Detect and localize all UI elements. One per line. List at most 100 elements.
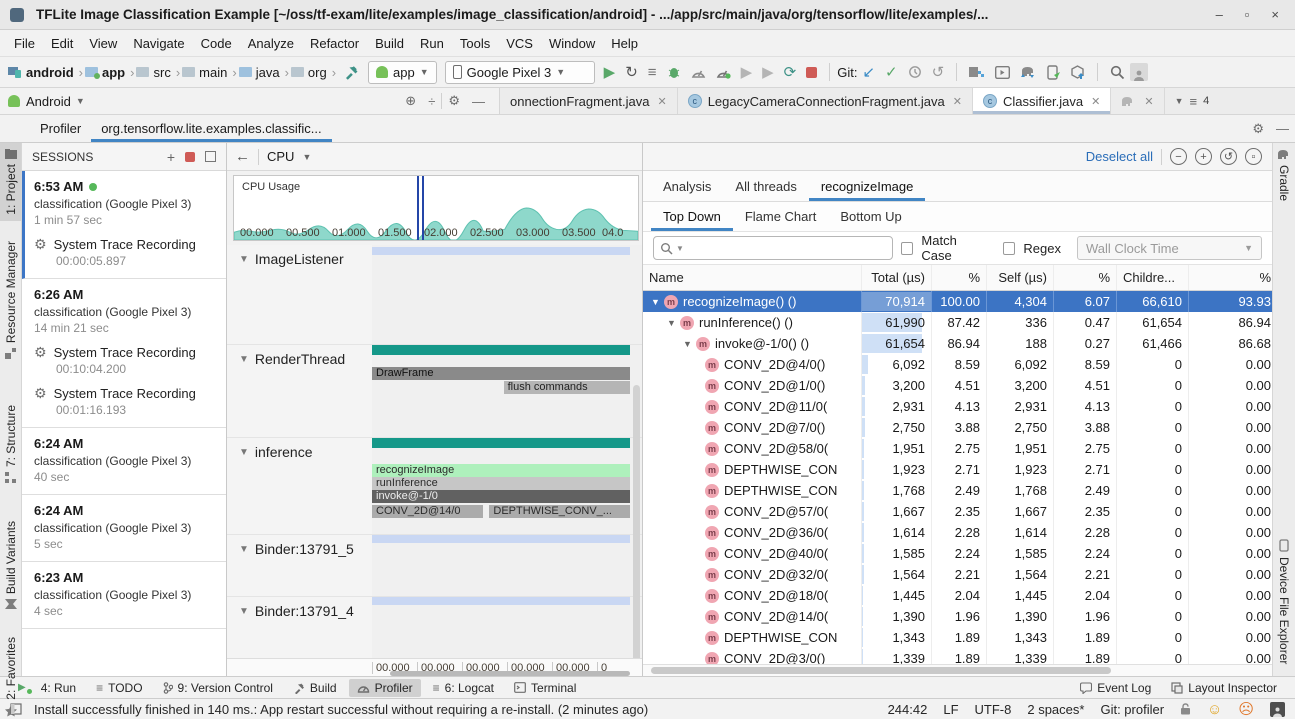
profiler-settings-icon[interactable]: ⚙ <box>1252 121 1264 137</box>
minimize-button[interactable]: – <box>1216 7 1223 22</box>
thread-row-binder5[interactable]: ▼Binder:13791_5 <box>227 535 642 597</box>
gradle-file-tab[interactable]: ✕ <box>1111 88 1164 114</box>
regex-checkbox[interactable] <box>1003 242 1015 255</box>
status-message[interactable]: Install successfully finished in 140 ms.… <box>34 702 648 717</box>
breadcrumb-java[interactable]: java <box>239 65 280 80</box>
trace-event-bar[interactable]: flush commands <box>504 381 630 394</box>
profiler-session-tab[interactable]: org.tensorflow.lite.examples.classific..… <box>91 115 331 142</box>
clock-mode-select[interactable]: Wall Clock Time▼ <box>1077 236 1262 260</box>
selection-line[interactable] <box>422 176 424 240</box>
collapse-thread-icon[interactable]: ▼ <box>239 606 249 617</box>
toolwin-run[interactable]: ▶4: Run <box>10 679 84 697</box>
back-arrow-icon[interactable]: ← <box>235 148 250 165</box>
thread-state-bar[interactable] <box>372 597 630 605</box>
line-ending[interactable]: LF <box>943 702 958 717</box>
git-branch[interactable]: Git: profiler <box>1100 702 1164 717</box>
expand-arrow-icon[interactable]: ▼ <box>683 339 696 349</box>
menu-refactor[interactable]: Refactor <box>302 33 367 54</box>
recording-item[interactable]: ⚙System Trace Recording <box>34 236 216 253</box>
profiler-home-tab[interactable]: Profiler <box>30 115 91 142</box>
collapse-thread-icon[interactable]: ▼ <box>239 447 249 458</box>
table-row[interactable]: mCONV_2D@4/0()6,0928.596,0928.5900.00 <box>643 354 1272 375</box>
table-row[interactable]: ▼mrecognizeImage() ()70,914100.004,3046.… <box>643 291 1272 312</box>
thread-state-bar[interactable] <box>372 247 630 255</box>
thread-state-bar[interactable] <box>372 535 630 543</box>
table-row[interactable]: mCONV_2D@11/0(2,9314.132,9314.1300.00 <box>643 396 1272 417</box>
tab-analysis[interactable]: Analysis <box>651 171 723 201</box>
stop-button[interactable] <box>806 67 817 78</box>
git-rollback-button[interactable]: ↺ <box>932 63 945 81</box>
table-row[interactable]: mDEPTHWISE_CON1,3431.891,3431.8900.00 <box>643 627 1272 648</box>
horizontal-scrollbar[interactable] <box>390 671 630 676</box>
tool-button-build-variants[interactable]: Build Variants <box>4 515 18 615</box>
menu-window[interactable]: Window <box>541 33 603 54</box>
profile-avatar-icon[interactable] <box>1130 63 1148 81</box>
indent-style[interactable]: 2 spaces* <box>1027 702 1084 717</box>
tab-flame-chart[interactable]: Flame Chart <box>733 202 829 231</box>
run-button[interactable]: ▶ <box>604 63 616 81</box>
col-total[interactable]: Total (µs) <box>861 265 931 290</box>
cpu-usage-chart[interactable]: CPU Usage 00.000 00.500 01.000 01.500 02… <box>233 175 639 241</box>
recording-item[interactable]: ⚙System Trace Recording <box>34 385 216 402</box>
table-row[interactable]: mCONV_2D@18/0(1,4452.041,4452.0400.00 <box>643 585 1272 606</box>
close-tab-icon[interactable]: ✕ <box>953 95 962 108</box>
happy-face-icon[interactable]: ☺ <box>1207 702 1222 717</box>
tab-all-threads[interactable]: All threads <box>723 171 808 201</box>
project-view-select[interactable]: Android <box>26 94 71 109</box>
thread-row-binder4[interactable]: ▼Binder:13791_4 <box>227 597 642 658</box>
thread-state-bar[interactable] <box>372 438 630 448</box>
trace-event-bar[interactable]: runInference <box>372 477 630 490</box>
table-row[interactable]: mCONV_2D@7/0()2,7503.882,7503.8800.00 <box>643 417 1272 438</box>
event-log-button[interactable]: Event Log <box>1072 679 1159 697</box>
tab-list-dropdown[interactable]: ▼≡4 <box>1165 88 1220 114</box>
attach-debugger-button[interactable]: ▶ <box>741 63 753 81</box>
menu-edit[interactable]: Edit <box>43 33 81 54</box>
apply-changes-button[interactable]: ↻ <box>625 63 638 81</box>
menu-tools[interactable]: Tools <box>452 33 498 54</box>
table-row[interactable]: mCONV_2D@14/0(1,3901.961,3901.9600.00 <box>643 606 1272 627</box>
window-toggle-icon[interactable] <box>10 703 22 715</box>
session-item[interactable]: 6:26 AM classification (Google Pixel 3) … <box>22 279 226 428</box>
breadcrumb-org[interactable]: org <box>291 65 327 80</box>
table-horizontal-scrollbar[interactable] <box>643 664 1272 676</box>
project-structure-icon[interactable] <box>969 65 985 79</box>
zoom-in-icon[interactable]: + <box>1195 148 1212 165</box>
vertical-scrollbar[interactable] <box>633 385 640 658</box>
apply-code-changes-button[interactable]: ≡ <box>648 64 657 81</box>
toolwin-build[interactable]: Build <box>285 679 345 697</box>
breadcrumb-src[interactable]: src <box>136 65 170 80</box>
tab-recognizeimage[interactable]: recognizeImage <box>809 171 926 201</box>
menu-build[interactable]: Build <box>367 33 412 54</box>
selection-line[interactable] <box>417 176 419 240</box>
collapse-thread-icon[interactable]: ▼ <box>239 544 249 555</box>
caret-position[interactable]: 244:42 <box>888 702 928 717</box>
editor-tab[interactable]: onnectionFragment.java✕ <box>500 88 678 114</box>
git-history-button[interactable] <box>908 65 922 79</box>
deselect-all-link[interactable]: Deselect all <box>1086 149 1153 164</box>
sad-face-icon[interactable]: ☹ <box>1238 702 1254 717</box>
device-select[interactable]: Google Pixel 3▼ <box>445 61 595 84</box>
trace-event-bar[interactable]: invoke@-1/0 <box>372 490 630 503</box>
table-row[interactable]: mCONV_2D@57/0(1,6672.351,6672.3500.00 <box>643 501 1272 522</box>
collapse-thread-icon[interactable]: ▼ <box>239 254 249 265</box>
col-children-pct[interactable]: % <box>1188 265 1283 290</box>
close-tab-icon[interactable]: ✕ <box>657 95 666 108</box>
user-avatar-icon[interactable] <box>1270 702 1285 717</box>
reset-zoom-icon[interactable]: ↺ <box>1220 148 1237 165</box>
thread-row-inference[interactable]: ▼inference recognizeImage runInference i… <box>227 438 642 535</box>
editor-tab-selected[interactable]: cClassifier.java✕ <box>973 88 1111 114</box>
expand-panel-icon[interactable] <box>205 151 216 162</box>
profiler-type-select[interactable]: CPU <box>267 149 294 164</box>
profile-button[interactable] <box>691 65 706 79</box>
stop-session-icon[interactable] <box>185 149 195 165</box>
expand-arrow-icon[interactable]: ▼ <box>651 297 664 307</box>
toolwin-version-control[interactable]: 9: Version Control <box>155 679 281 697</box>
git-update-button[interactable]: ↙ <box>862 63 875 81</box>
tool-button-gradle[interactable]: Gradle <box>1277 143 1291 207</box>
tool-button-project[interactable]: 1: Project <box>0 143 21 221</box>
tab-top-down[interactable]: Top Down <box>651 202 733 231</box>
toolwin-terminal[interactable]: Terminal <box>506 679 584 697</box>
thread-row-renderthread[interactable]: ▼RenderThread DrawFrame flush commands <box>227 345 642 438</box>
session-item[interactable]: 6:24 AM classification (Google Pixel 3) … <box>22 428 226 495</box>
menu-vcs[interactable]: VCS <box>498 33 541 54</box>
